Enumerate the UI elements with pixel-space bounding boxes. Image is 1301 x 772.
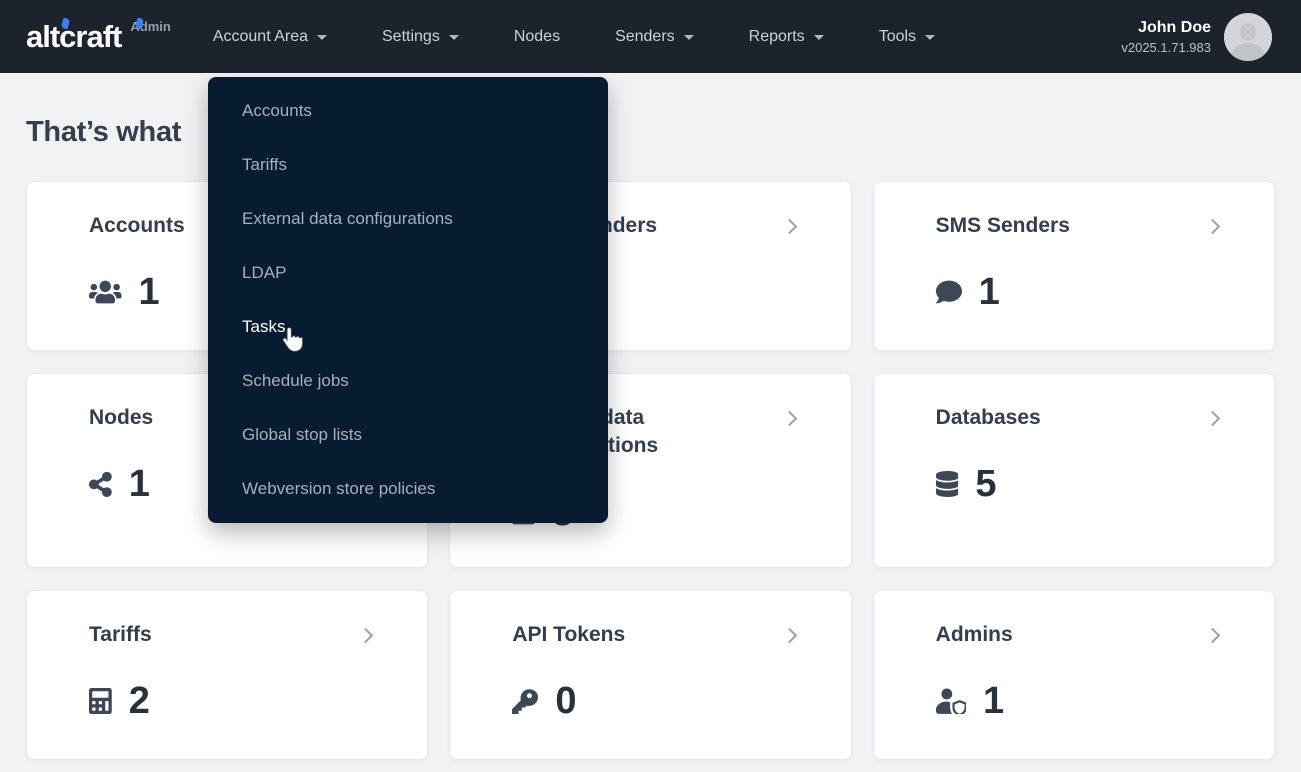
app-version: v2025.1.71.983 xyxy=(1121,40,1211,55)
chevron-down-icon xyxy=(449,35,459,40)
chevron-down-icon xyxy=(684,35,694,40)
dropdown-item-external-data-configurations[interactable]: External data configurations xyxy=(208,192,608,246)
card-header: Databases xyxy=(936,404,1218,432)
chevron-right-icon xyxy=(781,411,797,427)
chevron-down-icon xyxy=(317,35,327,40)
comment-icon xyxy=(936,279,962,305)
dropdown-item-label: Tariffs xyxy=(242,155,287,175)
nav-item-senders[interactable]: Senders xyxy=(615,28,694,46)
card-title: Databases xyxy=(936,404,1041,432)
account-area-dropdown: Accounts Tariffs External data configura… xyxy=(208,77,608,523)
dropdown-item-ldap[interactable]: LDAP xyxy=(208,246,608,300)
card-stat: 0 xyxy=(512,682,794,720)
card-title: Accounts xyxy=(89,212,185,240)
chevron-down-icon xyxy=(925,35,935,40)
dropdown-item-label: Schedule jobs xyxy=(242,371,349,391)
card-title: Nodes xyxy=(89,404,153,432)
user-info: John Doe v2025.1.71.983 xyxy=(1121,18,1211,55)
dropdown-item-webversion-store-policies[interactable]: Webversion store policies xyxy=(208,462,608,516)
card-count: 2 xyxy=(129,682,150,720)
chevron-right-icon xyxy=(1205,219,1221,235)
nav-item-label: Reports xyxy=(749,28,805,46)
chevron-down-icon xyxy=(814,35,824,40)
user-shield-icon xyxy=(936,688,966,714)
database-icon xyxy=(936,471,959,497)
card-api-tokens[interactable]: API Tokens 0 xyxy=(449,590,851,760)
person-silhouette-icon xyxy=(1224,13,1272,61)
card-header: SMS Senders xyxy=(936,212,1218,240)
dropdown-item-schedule-jobs[interactable]: Schedule jobs xyxy=(208,354,608,408)
card-sms-senders[interactable]: SMS Senders 1 xyxy=(873,181,1275,351)
top-navbar: altcraft Admin Account Area Settings Nod… xyxy=(0,0,1301,73)
chevron-right-icon xyxy=(1205,411,1221,427)
calculator-icon xyxy=(89,688,112,714)
chevron-right-icon xyxy=(1205,628,1221,644)
nav-item-label: Account Area xyxy=(213,28,308,46)
card-count: 1 xyxy=(139,273,160,311)
dropdown-item-label: External data configurations xyxy=(242,209,453,229)
share-icon xyxy=(89,471,112,497)
card-title: API Tokens xyxy=(512,621,625,649)
card-header: Admins xyxy=(936,621,1218,649)
dropdown-item-label: LDAP xyxy=(242,263,286,283)
nav-item-settings[interactable]: Settings xyxy=(382,28,459,46)
card-title: SMS Senders xyxy=(936,212,1070,240)
key-icon xyxy=(512,688,538,714)
user-avatar[interactable] xyxy=(1224,13,1272,61)
altcraft-logo[interactable]: altcraft Admin xyxy=(26,17,171,57)
dropdown-item-label: Webversion store policies xyxy=(242,479,435,499)
card-stat: 5 xyxy=(936,465,1218,503)
logo-text: altcraft xyxy=(26,17,121,57)
chevron-right-icon xyxy=(781,628,797,644)
nav-item-tools[interactable]: Tools xyxy=(879,28,935,46)
card-admins[interactable]: Admins 1 xyxy=(873,590,1275,760)
dropdown-item-global-stop-lists[interactable]: Global stop lists xyxy=(208,408,608,462)
user-block: John Doe v2025.1.71.983 xyxy=(1121,13,1272,61)
user-name: John Doe xyxy=(1121,18,1211,37)
card-count: 1 xyxy=(129,465,150,503)
card-databases[interactable]: Databases 5 xyxy=(873,373,1275,568)
dropdown-item-accounts[interactable]: Accounts xyxy=(208,84,608,138)
card-count: 0 xyxy=(555,682,576,720)
users-icon xyxy=(89,279,122,305)
card-header: API Tokens xyxy=(512,621,794,649)
card-header: Tariffs xyxy=(89,621,371,649)
dropdown-item-label: Tasks xyxy=(242,317,285,337)
dropdown-item-label: Global stop lists xyxy=(242,425,362,445)
nav-item-reports[interactable]: Reports xyxy=(749,28,824,46)
nav-item-label: Nodes xyxy=(514,28,560,46)
chevron-right-icon xyxy=(358,628,374,644)
nav-item-label: Senders xyxy=(615,28,675,46)
card-title: Admins xyxy=(936,621,1013,649)
card-title: Tariffs xyxy=(89,621,152,649)
dropdown-item-tasks[interactable]: Tasks xyxy=(208,300,608,354)
card-stat: 1 xyxy=(936,273,1218,311)
main-nav: Account Area Settings Nodes Senders Repo… xyxy=(213,28,935,46)
card-tariffs[interactable]: Tariffs 2 xyxy=(26,590,428,760)
nav-item-label: Settings xyxy=(382,28,440,46)
nav-item-nodes[interactable]: Nodes xyxy=(514,28,560,46)
nav-item-account-area[interactable]: Account Area xyxy=(213,28,327,46)
card-count: 5 xyxy=(975,465,996,503)
dropdown-item-label: Accounts xyxy=(242,101,312,121)
card-stat: 1 xyxy=(936,682,1218,720)
dropdown-item-tariffs[interactable]: Tariffs xyxy=(208,138,608,192)
card-stat: 2 xyxy=(89,682,371,720)
card-count: 1 xyxy=(983,682,1004,720)
chevron-right-icon xyxy=(781,219,797,235)
main-content: That’s what Accounts 1 Email Senders SMS… xyxy=(0,116,1301,760)
nav-item-label: Tools xyxy=(879,28,916,46)
card-count: 1 xyxy=(979,273,1000,311)
